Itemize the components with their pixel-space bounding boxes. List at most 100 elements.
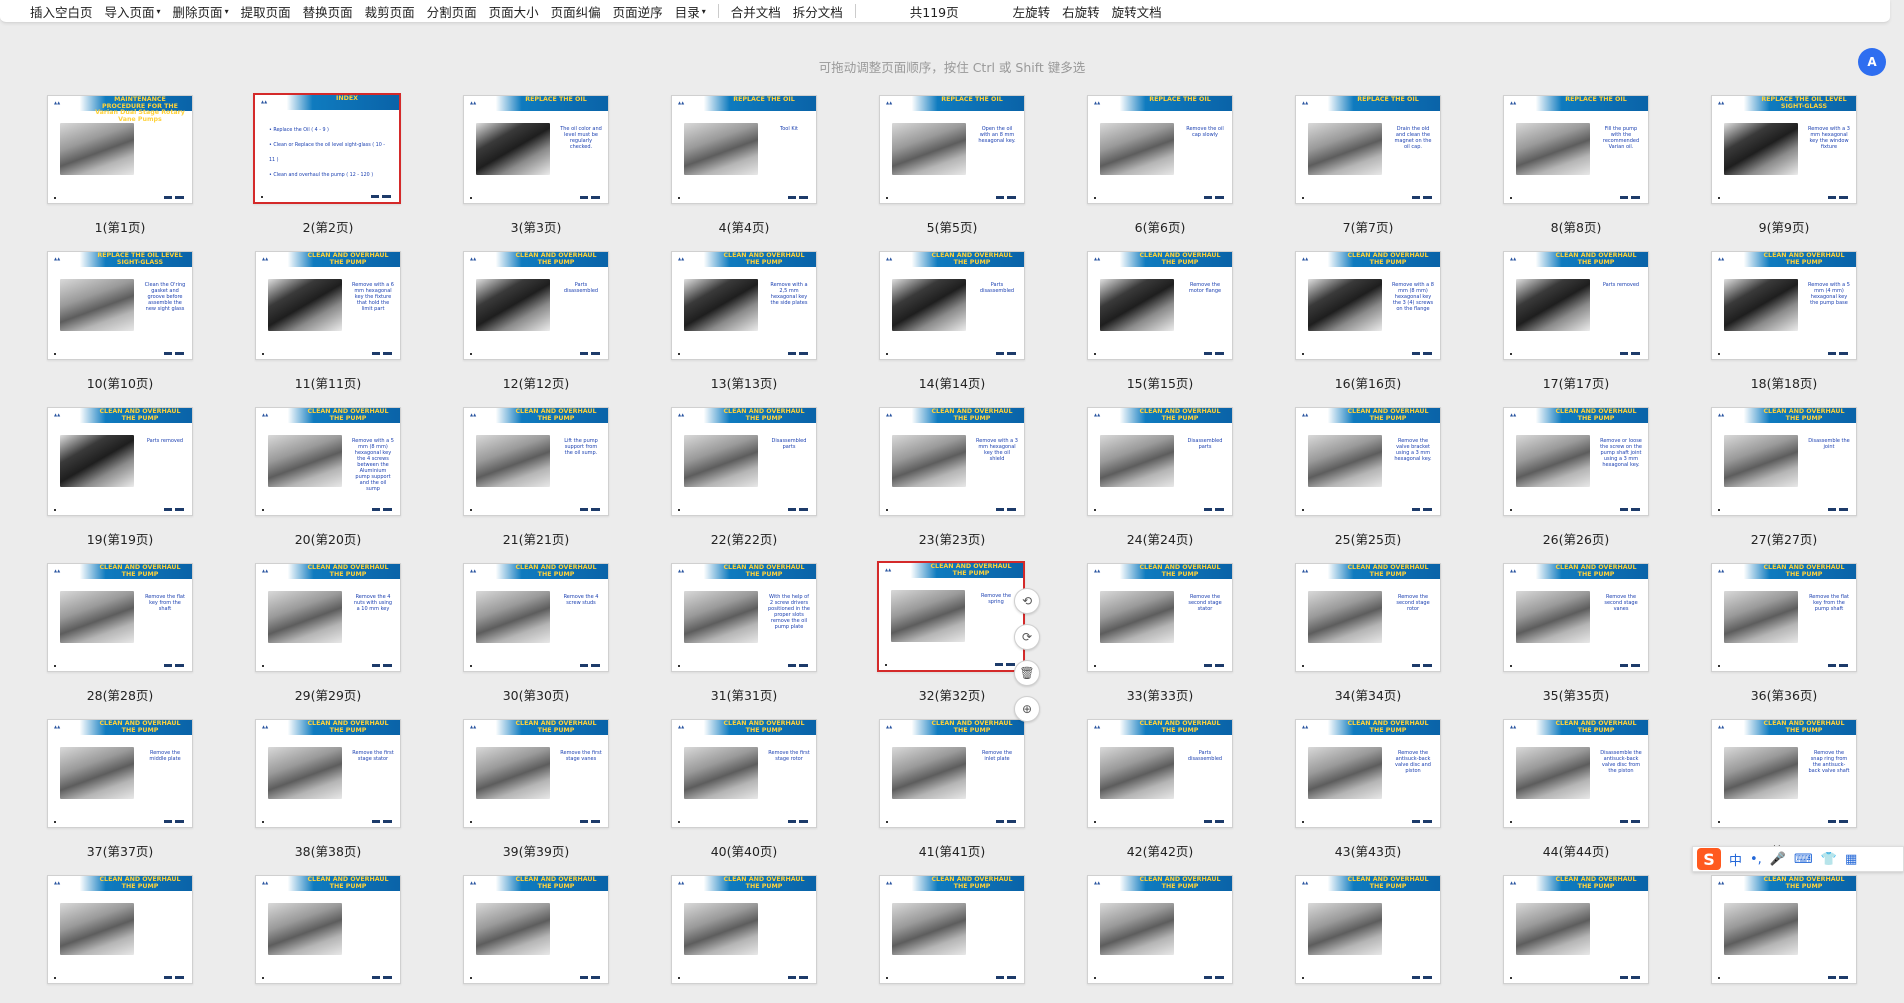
page-preview[interactable]: ▲▲ CLEAN AND OVERHAUL THE PUMP Remove the … xyxy=(877,561,1025,672)
page-thumbnail[interactable]: ▲▲ CLEAN AND OVERHAUL THE PUMP xyxy=(1503,875,1649,1003)
page-preview[interactable]: ▲▲ CLEAN AND OVERHAUL THE PUMP Remove with… xyxy=(1711,251,1857,360)
page-thumbnail[interactable]: ▲▲ CLEAN AND OVERHAUL THE PUMP Remove the … xyxy=(671,719,817,859)
page-thumbnail[interactable]: ▲▲ CLEAN AND OVERHAUL THE PUMP Remove the … xyxy=(879,719,1025,859)
keyboard-icon[interactable]: ⌨ xyxy=(1794,852,1813,867)
page-thumbnail[interactable]: ▲▲ CLEAN AND OVERHAUL THE PUMP Disassemble… xyxy=(1711,407,1857,547)
page-thumbnail[interactable]: ▲▲ REPLACE THE OIL Fill the pump with the … xyxy=(1503,95,1649,235)
page-thumbnail[interactable]: ▲▲ CLEAN AND OVERHAUL THE PUMP Remove the … xyxy=(463,719,609,859)
page-thumbnail[interactable]: ▲▲ CLEAN AND OVERHAUL THE PUMP Remove the … xyxy=(47,719,193,859)
page-preview[interactable]: ▲▲ CLEAN AND OVERHAUL THE PUMP Remove the … xyxy=(1503,563,1649,672)
page-preview[interactable]: ▲▲ CLEAN AND OVERHAUL THE PUMP xyxy=(1295,875,1441,984)
page-thumbnail[interactable]: ▲▲ CLEAN AND OVERHAUL THE PUMP Remove the … xyxy=(877,561,1025,703)
page-preview[interactable]: ▲▲ CLEAN AND OVERHAUL THE PUMP Remove the … xyxy=(1087,563,1233,672)
page-thumbnail[interactable]: ▲▲ CLEAN AND OVERHAUL THE PUMP Parts disas… xyxy=(463,251,609,391)
page-thumbnail[interactable]: ▲▲ CLEAN AND OVERHAUL THE PUMP Remove or l… xyxy=(1503,407,1649,547)
page-preview[interactable]: ▲▲ CLEAN AND OVERHAUL THE PUMP Remove with… xyxy=(1295,251,1441,360)
page-preview[interactable]: ▲▲ CLEAN AND OVERHAUL THE PUMP xyxy=(1711,875,1857,984)
page-thumbnail[interactable]: ▲▲ CLEAN AND OVERHAUL THE PUMP Remove the … xyxy=(463,563,609,703)
page-preview[interactable]: ▲▲ REPLACE THE OIL Tool Kit xyxy=(671,95,817,204)
page-thumbnail[interactable]: ▲▲ CLEAN AND OVERHAUL THE PUMP Remove the … xyxy=(1295,719,1441,859)
page-preview[interactable]: ▲▲ CLEAN AND OVERHAUL THE PUMP Remove with… xyxy=(879,407,1025,516)
page-preview[interactable]: ▲▲ CLEAN AND OVERHAUL THE PUMP xyxy=(47,875,193,984)
page-thumbnail[interactable]: ▲▲ CLEAN AND OVERHAUL THE PUMP Parts remov… xyxy=(47,407,193,547)
page-thumbnail[interactable]: ▲▲ INDEX • Replace the Oil ( 4 - 9 ) • Clea… xyxy=(253,93,401,235)
page-thumbnail[interactable]: ▲▲ CLEAN AND OVERHAUL THE PUMP Remove with… xyxy=(1295,251,1441,391)
page-preview[interactable]: ▲▲ CLEAN AND OVERHAUL THE PUMP Disassemble… xyxy=(1087,407,1233,516)
page-preview[interactable]: ▲▲ CLEAN AND OVERHAUL THE PUMP Remove the … xyxy=(1295,407,1441,516)
page-thumbnail[interactable]: ▲▲ CLEAN AND OVERHAUL THE PUMP Remove the … xyxy=(47,563,193,703)
page-preview[interactable]: ▲▲ REPLACE THE OIL Fill the pump with the … xyxy=(1503,95,1649,204)
page-thumbnail[interactable]: ▲▲ CLEAN AND OVERHAUL THE PUMP xyxy=(671,875,817,1003)
page-thumbnail[interactable]: ▲▲ CLEAN AND OVERHAUL THE PUMP Remove the … xyxy=(1711,563,1857,703)
page-preview[interactable]: ▲▲ CLEAN AND OVERHAUL THE PUMP Disassemble… xyxy=(671,407,817,516)
page-preview[interactable]: ▲▲ CLEAN AND OVERHAUL THE PUMP Remove the … xyxy=(1711,563,1857,672)
page-preview[interactable]: ▲▲ REPLACE THE OIL Drain the old and clean… xyxy=(1295,95,1441,204)
page-thumbnail[interactable]: ▲▲ CLEAN AND OVERHAUL THE PUMP Remove the … xyxy=(1087,563,1233,703)
page-thumbnail[interactable]: ▲▲ CLEAN AND OVERHAUL THE PUMP Disassemble… xyxy=(1087,407,1233,547)
page-thumbnail[interactable]: ▲▲ CLEAN AND OVERHAUL THE PUMP xyxy=(1711,875,1857,1003)
page-preview[interactable]: ▲▲ CLEAN AND OVERHAUL THE PUMP Parts remov… xyxy=(47,407,193,516)
page-preview[interactable]: ▲▲ CLEAN AND OVERHAUL THE PUMP Remove the … xyxy=(879,719,1025,828)
ime-toolbar[interactable]: S 中 •, 🎤 ⌨ 👕 ▦ xyxy=(1692,846,1904,872)
page-preview[interactable]: ▲▲ CLEAN AND OVERHAUL THE PUMP xyxy=(1087,875,1233,984)
page-thumbnail[interactable]: ▲▲ REPLACE THE OIL The oil color and level… xyxy=(463,95,609,235)
page-preview[interactable]: ▲▲ CLEAN AND OVERHAUL THE PUMP Remove the … xyxy=(1087,251,1233,360)
page-thumbnail[interactable]: ▲▲ CLEAN AND OVERHAUL THE PUMP xyxy=(463,875,609,1003)
page-preview[interactable]: ▲▲ CLEAN AND OVERHAUL THE PUMP Lift the pu… xyxy=(463,407,609,516)
mic-icon[interactable]: 🎤 xyxy=(1770,852,1786,867)
page-thumbnail[interactable]: ▲▲ REPLACE THE OIL Remove the oil cap slow… xyxy=(1087,95,1233,235)
page-preview[interactable]: ▲▲ CLEAN AND OVERHAUL THE PUMP xyxy=(879,875,1025,984)
page-preview[interactable]: ▲▲ CLEAN AND OVERHAUL THE PUMP Remove or l… xyxy=(1503,407,1649,516)
page-thumbnail[interactable]: ▲▲ CLEAN AND OVERHAUL THE PUMP Remove the … xyxy=(1503,563,1649,703)
page-thumbnail[interactable]: ▲▲ CLEAN AND OVERHAUL THE PUMP xyxy=(1087,875,1233,1003)
page-thumbnail[interactable]: ▲▲ CLEAN AND OVERHAUL THE PUMP Remove the … xyxy=(255,719,401,859)
rotate-left-icon[interactable]: ⟲ xyxy=(1014,588,1040,614)
page-preview[interactable]: ▲▲ REPLACE THE OIL Open the oil with an 8 … xyxy=(879,95,1025,204)
insert-icon[interactable]: ⊕ xyxy=(1014,696,1040,722)
page-thumbnail[interactable]: ▲▲ CLEAN AND OVERHAUL THE PUMP Parts remov… xyxy=(1503,251,1649,391)
page-thumbnail[interactable]: ▲▲ CLEAN AND OVERHAUL THE PUMP Remove the … xyxy=(1087,251,1233,391)
page-preview[interactable]: ▲▲ CLEAN AND OVERHAUL THE PUMP Remove the … xyxy=(463,719,609,828)
page-thumbnail[interactable]: ▲▲ REPLACE THE OIL LEVEL SIGHT-GLASS Clean… xyxy=(47,251,193,391)
page-preview[interactable]: ▲▲ CLEAN AND OVERHAUL THE PUMP Remove the … xyxy=(1295,719,1441,828)
grid-icon[interactable]: ▦ xyxy=(1845,852,1857,867)
page-thumbnail[interactable]: ▲▲ CLEAN AND OVERHAUL THE PUMP Disassemble… xyxy=(1503,719,1649,859)
ime-punct[interactable]: •, xyxy=(1750,852,1762,867)
page-thumbnail[interactable]: ▲▲ CLEAN AND OVERHAUL THE PUMP With the he… xyxy=(671,563,817,703)
page-thumbnail[interactable]: ▲▲ CLEAN AND OVERHAUL THE PUMP xyxy=(1295,875,1441,1003)
page-thumbnail[interactable]: ▲▲ REPLACE THE OIL Tool Kit 4(第4页) xyxy=(671,95,817,235)
page-preview[interactable]: ▲▲ CLEAN AND OVERHAUL THE PUMP Parts disas… xyxy=(463,251,609,360)
page-thumbnail[interactable]: ▲▲ MAINTENANCE PROCEDURE FOR THE Varian D… xyxy=(47,95,193,235)
page-thumbnail[interactable]: ▲▲ CLEAN AND OVERHAUL THE PUMP Remove the … xyxy=(1295,407,1441,547)
page-preview[interactable]: ▲▲ CLEAN AND OVERHAUL THE PUMP Remove the … xyxy=(255,719,401,828)
page-preview[interactable]: ▲▲ CLEAN AND OVERHAUL THE PUMP xyxy=(255,875,401,984)
page-thumbnail[interactable]: ▲▲ CLEAN AND OVERHAUL THE PUMP Parts disas… xyxy=(1087,719,1233,859)
page-preview[interactable]: ▲▲ CLEAN AND OVERHAUL THE PUMP Remove the … xyxy=(1295,563,1441,672)
rotate-right-icon[interactable]: ⟳ xyxy=(1014,624,1040,650)
page-thumbnail[interactable]: ▲▲ CLEAN AND OVERHAUL THE PUMP xyxy=(879,875,1025,1003)
page-preview[interactable]: ▲▲ CLEAN AND OVERHAUL THE PUMP Remove the … xyxy=(1711,719,1857,828)
page-preview[interactable]: ▲▲ REPLACE THE OIL Remove the oil cap slow… xyxy=(1087,95,1233,204)
page-thumbnail[interactable]: ▲▲ REPLACE THE OIL Drain the old and clean… xyxy=(1295,95,1441,235)
page-preview[interactable]: ▲▲ CLEAN AND OVERHAUL THE PUMP xyxy=(1503,875,1649,984)
page-preview[interactable]: ▲▲ CLEAN AND OVERHAUL THE PUMP xyxy=(671,875,817,984)
page-preview[interactable]: ▲▲ INDEX • Replace the Oil ( 4 - 9 ) • Clea… xyxy=(253,93,401,204)
ime-logo-icon[interactable]: S xyxy=(1697,848,1721,870)
page-preview[interactable]: ▲▲ CLEAN AND OVERHAUL THE PUMP xyxy=(463,875,609,984)
page-thumbnail[interactable]: ▲▲ CLEAN AND OVERHAUL THE PUMP Remove the … xyxy=(1295,563,1441,703)
page-preview[interactable]: ▲▲ CLEAN AND OVERHAUL THE PUMP Remove the … xyxy=(47,719,193,828)
page-thumbnail[interactable]: ▲▲ CLEAN AND OVERHAUL THE PUMP Remove with… xyxy=(1711,251,1857,391)
page-thumbnail[interactable]: ▲▲ CLEAN AND OVERHAUL THE PUMP xyxy=(47,875,193,1003)
page-preview[interactable]: ▲▲ REPLACE THE OIL LEVEL SIGHT-GLASS Clean… xyxy=(47,251,193,360)
page-preview[interactable]: ▲▲ REPLACE THE OIL LEVEL SIGHT-GLASS Remov… xyxy=(1711,95,1857,204)
page-preview[interactable]: ▲▲ CLEAN AND OVERHAUL THE PUMP With the he… xyxy=(671,563,817,672)
page-thumbnail[interactable]: ▲▲ CLEAN AND OVERHAUL THE PUMP Remove with… xyxy=(879,407,1025,547)
page-preview[interactable]: ▲▲ CLEAN AND OVERHAUL THE PUMP Disassemble… xyxy=(1711,407,1857,516)
delete-icon[interactable]: 🗑 xyxy=(1014,660,1040,686)
page-preview[interactable]: ▲▲ MAINTENANCE PROCEDURE FOR THE Varian D… xyxy=(47,95,193,204)
page-preview[interactable]: ▲▲ CLEAN AND OVERHAUL THE PUMP Remove the … xyxy=(671,719,817,828)
page-preview[interactable]: ▲▲ CLEAN AND OVERHAUL THE PUMP Remove with… xyxy=(255,407,401,516)
page-preview[interactable]: ▲▲ CLEAN AND OVERHAUL THE PUMP Remove the … xyxy=(47,563,193,672)
page-thumbnail[interactable]: ▲▲ REPLACE THE OIL LEVEL SIGHT-GLASS Remov… xyxy=(1711,95,1857,235)
page-thumbnail[interactable]: ▲▲ CLEAN AND OVERHAUL THE PUMP Lift the pu… xyxy=(463,407,609,547)
